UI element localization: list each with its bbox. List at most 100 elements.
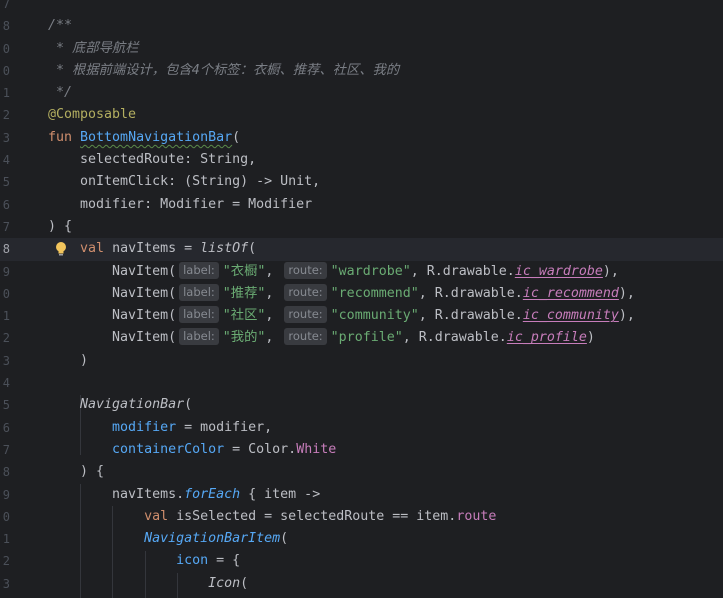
code-text: icon = {: [48, 550, 240, 572]
code-line[interactable]: 4: [0, 372, 723, 394]
code-token: ic_profile: [506, 330, 587, 346]
line-number: 3: [2, 130, 10, 145]
code-line[interactable]: 9 navItems.forEach { item ->: [0, 484, 723, 506]
code-text: * 根据前端设计，包含4个标签：衣橱、推荐、社区、我的: [48, 60, 399, 82]
code-lines[interactable]: 7 8/** 0 * 底部导航栏 0 * 根据前端设计，包含4个标签：衣橱、推荐、社区…: [0, 0, 723, 595]
code-token: NavItem(: [48, 285, 177, 301]
code-token: ic_wardrobe: [514, 263, 603, 279]
code-line[interactable]: 3 fun BottomNavigationBar(: [0, 127, 723, 149]
code-token: ic_recommend: [522, 285, 619, 301]
code-line[interactable]: 1 NavigationBarItem(: [0, 528, 723, 550]
line-number: 3: [2, 353, 10, 368]
code-line[interactable]: 8 /**: [0, 15, 723, 37]
line-number: 0: [2, 286, 10, 301]
code-line[interactable]: 0 * 底部导航栏: [0, 38, 723, 60]
code-token: "推荐": [222, 285, 266, 301]
line-number: 1: [2, 86, 10, 101]
line-number: 0: [2, 509, 10, 524]
code-token: ) {: [48, 218, 73, 234]
line-number: 9: [2, 264, 10, 279]
code-token: , R.drawable.: [410, 263, 515, 279]
code-token: onItemClick: (String) -> Unit,: [48, 174, 321, 190]
code-text: Icon(: [48, 573, 248, 595]
code-token: ,: [265, 308, 282, 324]
code-text: onItemClick: (String) -> Unit,: [48, 171, 320, 193]
code-token: ,: [265, 285, 282, 301]
code-token: ) {: [48, 464, 105, 480]
code-text: * 底部导航栏: [48, 38, 139, 60]
code-token: */: [48, 85, 73, 101]
code-token: NavItem(: [48, 330, 177, 346]
code-token: White: [296, 441, 337, 457]
code-line[interactable]: 8 val navItems = listOf(: [0, 238, 723, 261]
code-line[interactable]: 3 Icon(: [0, 573, 723, 595]
code-token: "社区": [222, 308, 266, 324]
code-token: NavItem(: [48, 263, 177, 279]
code-line[interactable]: 7: [0, 0, 723, 15]
code-text: NavigationBarItem(: [48, 528, 288, 550]
line-number: 6: [2, 197, 10, 212]
line-number: 4: [2, 153, 10, 168]
code-line[interactable]: 7 containerColor = Color.White: [0, 439, 723, 461]
code-line[interactable]: 5 onItemClick: (String) -> Unit,: [0, 171, 723, 193]
line-number: 7: [2, 219, 10, 234]
code-token: icon: [176, 553, 209, 569]
code-line[interactable]: 0 * 根据前端设计，包含4个标签：衣橱、推荐、社区、我的: [0, 60, 723, 82]
line-number: 5: [2, 398, 10, 413]
code-token: ): [586, 330, 595, 346]
code-line[interactable]: 2 icon = {: [0, 550, 723, 572]
code-line[interactable]: 1 */: [0, 82, 723, 104]
code-line[interactable]: 0 val isSelected = selectedRoute == item…: [0, 506, 723, 528]
code-token: "我的": [222, 330, 266, 346]
code-line[interactable]: 4 selectedRoute: String,: [0, 149, 723, 171]
line-number: 5: [2, 175, 10, 190]
code-token: forEach: [184, 486, 241, 502]
line-number: 0: [2, 41, 10, 56]
parameter-hint: label:: [179, 306, 219, 324]
line-number: 4: [2, 376, 10, 391]
line-number: 2: [2, 331, 10, 346]
parameter-hint: label:: [179, 328, 219, 346]
code-line[interactable]: 5 NavigationBar(: [0, 394, 723, 416]
code-token: val: [80, 241, 113, 257]
code-text: NavigationBar(: [48, 394, 192, 416]
code-token: ic_community: [522, 308, 619, 324]
code-token: fun: [48, 129, 81, 145]
line-number: 1: [2, 532, 10, 547]
code-text: containerColor = Color.White: [48, 439, 336, 461]
code-token: @Composable: [48, 107, 137, 123]
code-text: selectedRoute: String,: [48, 149, 256, 171]
code-token: (: [232, 129, 241, 145]
line-number: 8: [2, 19, 10, 34]
code-token: "profile": [330, 330, 403, 346]
code-text: ) {: [48, 461, 104, 483]
code-line[interactable]: 6 modifier: Modifier = Modifier: [0, 194, 723, 216]
code-text: NavItem(label: "衣橱", route: "wardrobe", R.…: [48, 261, 619, 283]
code-line[interactable]: 8 ) {: [0, 461, 723, 483]
code-token: NavItem(: [48, 308, 177, 324]
code-editor[interactable]: 7 8/** 0 * 底部导航栏 0 * 根据前端设计，包含4个标签：衣橱、推荐、社区…: [0, 0, 723, 598]
line-number: 7: [2, 442, 10, 457]
code-text: modifier: Modifier = Modifier: [48, 194, 312, 216]
code-text: NavItem(label: "推荐", route: "recommend", R…: [48, 283, 635, 305]
code-text: val isSelected = selectedRoute == item.r…: [48, 506, 496, 528]
code-line[interactable]: 2 NavItem(label: "我的", route: "profile", R…: [0, 327, 723, 349]
code-line[interactable]: 3 ): [0, 350, 723, 372]
code-line[interactable]: 1 NavItem(label: "社区", route: "community",…: [0, 305, 723, 327]
code-token: { item ->: [240, 486, 321, 502]
code-token: val: [144, 508, 177, 524]
line-number: 6: [2, 420, 10, 435]
code-line[interactable]: 9 NavItem(label: "衣橱", route: "wardrobe", …: [0, 261, 723, 283]
code-text: @Composable: [48, 104, 136, 126]
parameter-hint: route:: [284, 306, 327, 324]
code-line[interactable]: 6 modifier = modifier,: [0, 417, 723, 439]
code-text: modifier = modifier,: [48, 417, 272, 439]
code-line[interactable]: 2 @Composable: [0, 104, 723, 126]
code-token: modifier: Modifier = Modifier: [48, 196, 313, 212]
code-line[interactable]: 7 ) {: [0, 216, 723, 238]
code-token: (: [248, 241, 257, 257]
code-line[interactable]: 0 NavItem(label: "推荐", route: "recommend",…: [0, 283, 723, 305]
